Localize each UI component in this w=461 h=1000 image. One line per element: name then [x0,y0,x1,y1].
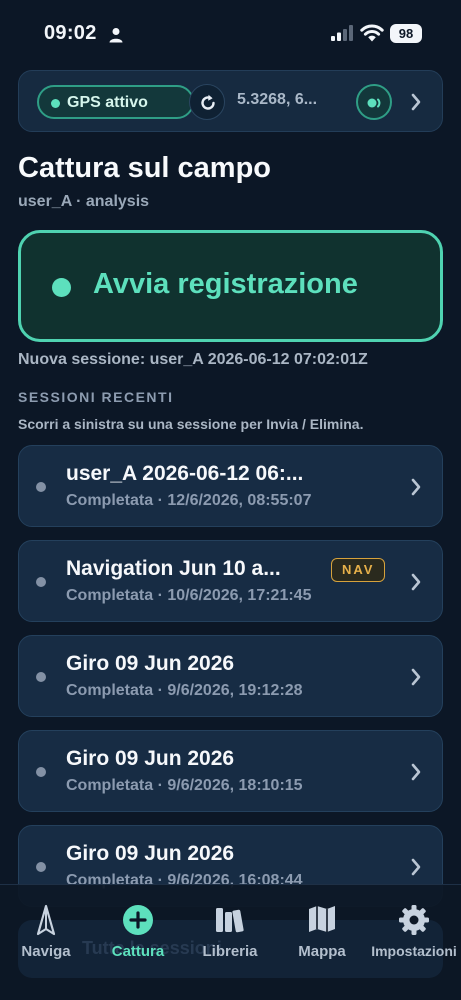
tab-label: Cattura [111,943,165,960]
tab-mappa[interactable]: Mappa [276,900,368,970]
tab-label: Impostazioni [371,943,457,959]
gps-status-bar[interactable]: GPS attivo 5.3268, 6... [18,70,443,132]
chevron-right-icon [411,858,421,876]
session-status-dot-icon [36,577,46,587]
tab-libreria[interactable]: Libreria [184,900,276,970]
tab-label: Naviga [21,943,71,960]
session-card[interactable]: Giro 09 Jun 2026 Completata · 9/6/2026, … [18,730,443,812]
refresh-location-button[interactable] [189,84,225,120]
plus-circle-icon [123,905,153,935]
gps-coordinates: 5.3268, 6... [237,91,318,108]
start-recording-button[interactable]: Avvia registrazione [18,230,443,342]
session-meta: Completata · 12/6/2026, 08:55:07 [66,492,312,509]
wifi-icon [360,24,384,42]
session-title: Giro 09 Jun 2026 [66,747,235,770]
broadcast-button[interactable] [356,84,392,120]
map-icon [309,906,335,932]
navigation-arrow-icon [36,904,56,936]
session-title: Navigation Jun 10 a... [66,557,281,580]
session-meta: Completata · 10/6/2026, 17:21:45 [66,587,312,604]
chevron-right-icon [411,573,421,591]
session-card[interactable]: user_A 2026-06-12 06:... Completata · 12… [18,445,443,527]
chevron-right-icon [411,668,421,686]
recent-sessions-hint: Scorri a sinistra su una sessione per In… [18,416,364,432]
session-title: Giro 09 Jun 2026 [66,842,235,865]
books-icon [216,908,244,933]
session-meta: Completata · 9/6/2026, 18:10:15 [66,777,303,794]
session-status-dot-icon [36,672,46,682]
session-card[interactable]: Giro 09 Jun 2026 Completata · 9/6/2026, … [18,635,443,717]
recent-sessions-header: SESSIONI RECENTI [18,389,174,405]
battery-indicator: 98 [390,24,422,43]
cellular-signal-icon [331,25,353,41]
tab-naviga[interactable]: Naviga [0,900,92,970]
session-title: Giro 09 Jun 2026 [66,652,235,675]
session-title: user_A 2026-06-12 06:... [66,462,304,485]
status-bar: 09:02 98 [0,0,461,66]
gear-icon [399,905,429,935]
chevron-right-icon [411,478,421,496]
session-status-dot-icon [36,482,46,492]
person-icon [109,28,123,43]
gps-active-dot-icon [51,99,60,108]
chevron-right-icon [411,763,421,781]
tab-label: Mappa [298,943,346,960]
broadcast-icon [367,98,381,108]
start-recording-label: Avvia registrazione [93,268,358,300]
new-session-name: Nuova sessione: user_A 2026-06-12 07:02:… [18,351,368,368]
nav-badge: NAV [331,558,386,582]
page-subtitle: user_A · analysis [18,193,150,210]
tab-label: Libreria [202,943,258,960]
page-title: Cattura sul campo [18,152,271,184]
session-meta: Completata · 9/6/2026, 19:12:28 [66,682,303,699]
session-status-dot-icon [36,767,46,777]
record-dot-icon [52,278,71,297]
session-status-dot-icon [36,862,46,872]
refresh-icon [201,94,215,110]
tab-cattura[interactable]: Cattura [92,900,184,970]
tab-impostazioni[interactable]: Impostazioni [368,900,460,970]
gps-status-label: GPS attivo [67,94,148,111]
chevron-right-icon[interactable] [410,92,422,112]
status-time: 09:02 [44,22,97,44]
gps-status-pill[interactable]: GPS attivo [37,85,194,119]
session-card[interactable]: Navigation Jun 10 a... NAV Completata · … [18,540,443,622]
